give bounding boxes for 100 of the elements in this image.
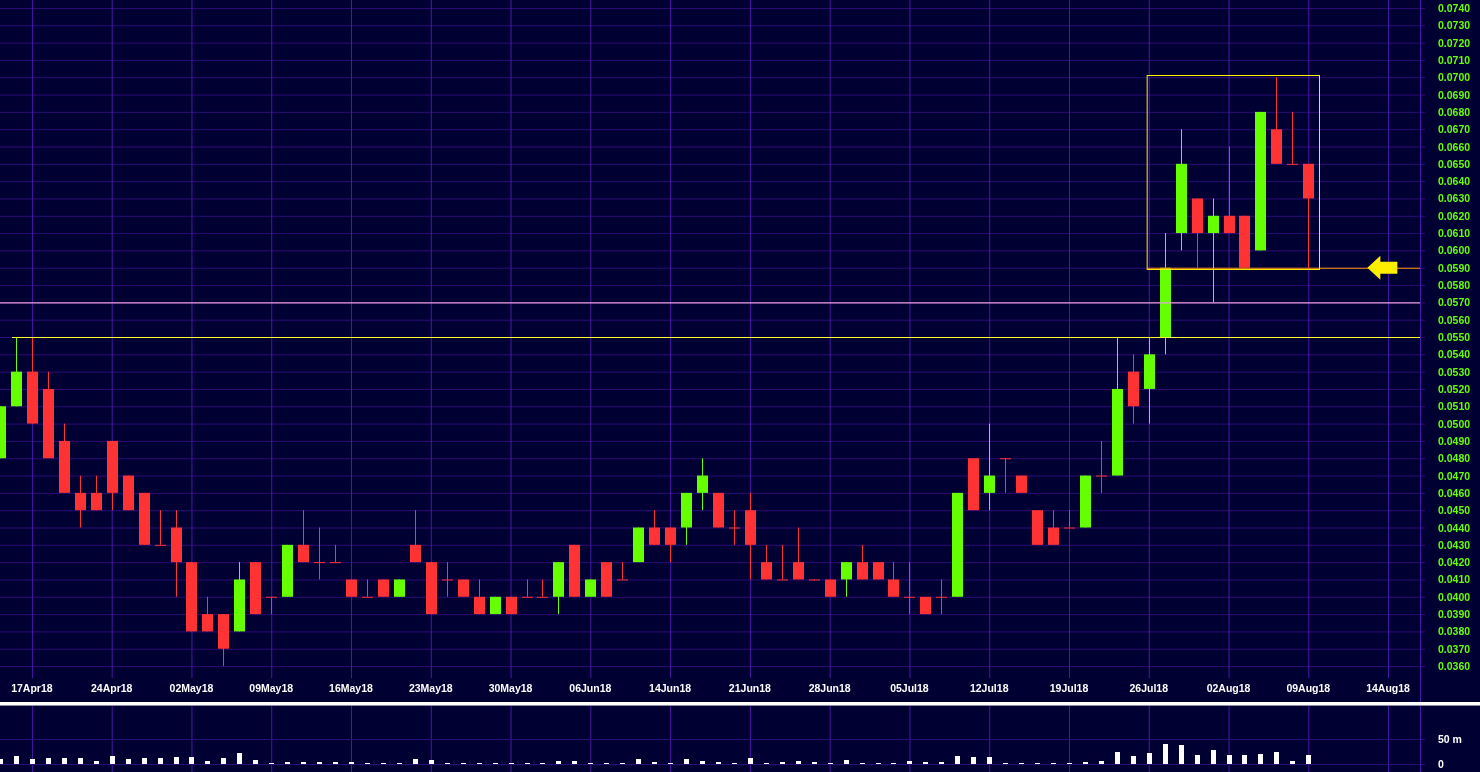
candle [968,458,979,511]
candle [1192,198,1203,268]
candle [314,527,325,580]
price-label: 0.0520 [1438,382,1471,395]
arrow-marker [1367,255,1398,280]
volume-bar [62,758,67,764]
candle [1287,111,1298,165]
price-label: 0.0540 [1438,348,1471,361]
price-label: 0.0640 [1438,175,1471,188]
price-label: 0.0500 [1438,417,1471,430]
candle [346,579,357,597]
volume-bar [1227,755,1232,764]
volume-bar [955,756,960,764]
date-label: 02May18 [169,682,214,694]
date-label: 28Jun18 [808,682,851,694]
volume-bar [205,761,210,764]
volume-bar [1274,752,1279,764]
volume-bar [94,761,99,764]
volume-bar [748,758,753,764]
candle [266,596,277,615]
candle [665,527,676,563]
candle [841,562,852,597]
price-label: 0.0360 [1438,660,1471,673]
price-label: 0.0430 [1438,538,1471,551]
date-label: 30May18 [488,682,533,694]
price-label: 0.0390 [1438,608,1471,621]
volume-bar [1163,744,1168,764]
candle [777,544,788,581]
volume-bar [174,757,179,764]
candle [936,579,947,615]
candle [506,596,517,615]
volume-bar [0,759,3,764]
price-label: 0.0380 [1438,625,1471,638]
date-label: 17Apr18 [11,682,53,694]
price-label: 0.0420 [1438,556,1471,569]
price-label: 0.0630 [1438,192,1471,205]
volume-bar [1115,752,1120,764]
candle [362,579,373,598]
candle [825,579,836,597]
candle [761,544,772,580]
volume-bar [1242,755,1247,764]
volume-bar [14,756,19,764]
date-label: 26Jul18 [1129,682,1169,694]
candle [1000,458,1011,493]
candle [1239,215,1250,268]
price-label: 0.0730 [1438,19,1471,32]
volume-bar [189,757,194,764]
candle [250,562,261,615]
price-label: 0.0680 [1438,105,1471,118]
candle [681,492,692,545]
candle [426,562,437,615]
volume-bar [987,757,992,764]
volume-bar [1306,755,1311,764]
price-label: 0.0370 [1438,642,1471,655]
candle [1064,510,1075,529]
volume-bar [684,759,689,764]
volume-bar [110,756,115,764]
candle [713,492,724,528]
candle [857,544,868,580]
candle [0,406,6,459]
candle [330,544,341,564]
candle [155,510,166,546]
candle [75,475,86,528]
candle [729,510,740,545]
candle [793,527,804,580]
date-label: 14Aug18 [1366,682,1410,694]
volume-bar [700,761,705,764]
date-label: 21Jun18 [728,682,771,694]
candle [234,562,245,632]
candle [123,475,134,511]
candle [649,510,660,545]
candle [697,458,708,511]
price-label: 0.0560 [1438,313,1471,326]
candle [11,337,22,407]
candle [1016,475,1027,493]
price-label: 0.0580 [1438,279,1471,292]
volume-bar [78,758,83,764]
candle [474,579,485,615]
price-label: 0.0510 [1438,400,1471,413]
candle [202,596,213,632]
candle [873,562,884,580]
price-label: 0.0650 [1438,157,1471,170]
volume-bar [1131,756,1136,764]
date-label: 09Aug18 [1286,682,1331,694]
volume-bar [1211,750,1216,764]
volume-bar [30,759,35,764]
price-label: 0.0450 [1438,504,1471,517]
volume-label: 0 [1438,758,1444,770]
candle [553,562,564,615]
price-label: 0.0720 [1438,36,1471,49]
date-label: 14Jun18 [649,682,692,694]
price-label: 0.0570 [1438,296,1471,309]
candle [1032,510,1043,545]
candle [888,562,899,597]
candle [1080,475,1091,528]
candle [139,492,150,545]
volume-bar [126,759,131,764]
volume-bar [1179,745,1184,764]
candle [282,544,293,597]
volume-bar [221,758,226,764]
